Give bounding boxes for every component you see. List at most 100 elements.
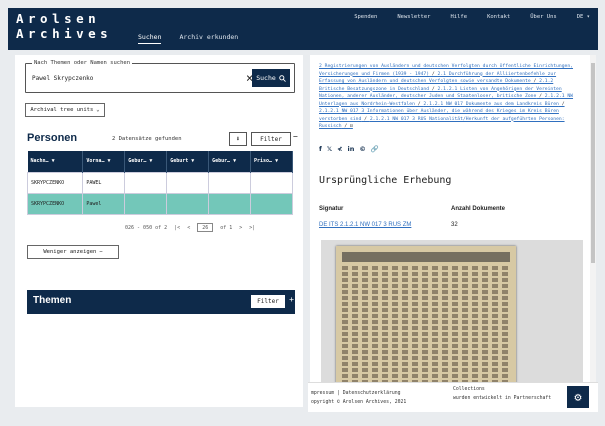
table-row-selected[interactable]: SKRYPCZENKO Pawel: [26, 192, 293, 215]
document-image[interactable]: [336, 246, 516, 396]
nav-newsletter[interactable]: Newsletter: [397, 14, 430, 20]
col-geburtsname[interactable]: Gebur… ▼: [124, 151, 168, 172]
results-panel: Nach Themen oder Namen suchen Pawel Skry…: [15, 55, 303, 407]
table-cell: [250, 192, 293, 215]
download-button[interactable]: ⬇: [229, 132, 247, 146]
show-less-button[interactable]: Weniger anzeigen −: [27, 245, 119, 259]
col-label: Geburt: [170, 158, 189, 165]
footer-collections: Collections: [453, 387, 485, 392]
anzahl-value: 32: [451, 222, 458, 228]
search-icon: [279, 74, 286, 82]
table-cell: PAWEL: [82, 171, 126, 194]
table-cell: [208, 171, 252, 194]
table-cell: SKRYPCZENKO: [26, 192, 84, 215]
minus-icon: −: [99, 249, 103, 255]
col-prisoner-nr[interactable]: Priso… ▼: [250, 151, 293, 172]
download-icon: ⬇: [235, 135, 241, 143]
share-bar: f 𝕏 ≮ in © 🔗: [319, 145, 379, 153]
footer-right: Collections wurden entwickelt in Partner…: [453, 385, 551, 403]
nav-hilfe[interactable]: Hilfe: [451, 14, 468, 20]
first-page-icon[interactable]: |<: [174, 225, 180, 231]
themen-section: Themen Filter +: [27, 290, 295, 314]
twitter-icon[interactable]: 𝕏: [327, 145, 332, 153]
scrollbar-thumb[interactable]: [591, 63, 595, 263]
table-cell: [166, 192, 210, 215]
share-icon[interactable]: ≮: [337, 145, 342, 153]
linkedin-icon[interactable]: in: [348, 145, 355, 153]
link-icon[interactable]: 🔗: [371, 145, 379, 153]
document-viewer[interactable]: [321, 240, 583, 396]
facebook-icon[interactable]: f: [319, 145, 322, 153]
language-select[interactable]: DE ▾: [577, 14, 590, 20]
logo-line-2: Archives: [16, 26, 113, 41]
chevron-down-icon: ⌄: [96, 107, 100, 113]
archival-tree-units-button[interactable]: Archival tree units ⌄: [25, 103, 105, 117]
personen-table: Nachn… ▼ Vorna… ▼ Gebur… ▼ Geburt ▼ Gebu…: [26, 151, 293, 215]
nav-archiv-erkunden[interactable]: Archiv erkunden: [179, 33, 238, 44]
table-header-row: Nachn… ▼ Vorna… ▼ Gebur… ▼ Geburt ▼ Gebu…: [27, 151, 293, 172]
pager-of: of 1: [220, 224, 233, 231]
footer-left: mpressum | Datenschutzerklärung opyright…: [311, 389, 406, 407]
section-title: Ursprüngliche Erhebung: [319, 175, 452, 186]
table-cell: Pawel: [82, 192, 126, 215]
whatsapp-icon[interactable]: ©: [359, 145, 366, 153]
app-root: Arolsen Archives Suchen Archiv erkunden …: [0, 0, 605, 426]
cookie-settings-button[interactable]: ⚙: [567, 386, 589, 408]
themen-title: Themen: [33, 295, 72, 306]
personen-count: 2 Datensätze gefunden: [112, 136, 182, 142]
search-field[interactable]: Nach Themen oder Namen suchen Pawel Skry…: [25, 60, 295, 93]
pager-range: 026 - 050 of 2: [125, 224, 168, 231]
archival-label: Archival tree units: [30, 107, 94, 113]
personen-filter-button[interactable]: Filter: [251, 132, 291, 146]
table-cell: [124, 171, 168, 194]
col-label: Nachn…: [30, 158, 49, 165]
page-input[interactable]: 26: [197, 223, 214, 232]
personen-title: Personen: [27, 132, 78, 144]
footer-partner: wurden entwickelt in Partnerschaft: [453, 396, 552, 401]
top-nav: Spenden Newsletter Hilfe Kontakt Über Un…: [354, 14, 590, 20]
logo-line-1: Arolsen: [16, 11, 101, 26]
col-geburtsort[interactable]: Geburt ▼: [166, 151, 210, 172]
signatur-link[interactable]: DE ITS 2.1.2.1 NW 017 3 RUS ZM: [319, 222, 411, 228]
nav-suchen[interactable]: Suchen: [138, 33, 162, 44]
table-cell: [166, 171, 210, 194]
table-cell: [208, 192, 252, 215]
gear-icon: ⚙: [574, 390, 582, 404]
table-cell: [124, 192, 168, 215]
site-header: Arolsen Archives Suchen Archiv erkunden …: [8, 8, 598, 50]
nav-spenden[interactable]: Spenden: [354, 14, 377, 20]
signatur-header: Signatur: [319, 206, 344, 212]
nav-ueber-uns[interactable]: Über Uns: [530, 14, 557, 20]
search-legend: Nach Themen oder Namen suchen: [32, 60, 133, 66]
footer-links[interactable]: mpressum | Datenschutzerklärung: [311, 389, 406, 398]
col-label: Gebur…: [128, 158, 147, 165]
search-button-label: Suche: [256, 74, 276, 82]
site-logo[interactable]: Arolsen Archives: [16, 11, 112, 41]
scrollbar[interactable]: [590, 55, 596, 395]
collapse-breadcrumb-icon[interactable]: ⊟: [350, 124, 353, 129]
breadcrumb-item[interactable]: 2.1.2.1 NW 017 Dokumente aus dem Landkre…: [423, 102, 558, 107]
expand-icon[interactable]: +: [289, 295, 294, 304]
search-button[interactable]: Suche: [252, 69, 290, 87]
table-row[interactable]: SKRYPCZENKO PAWEL: [26, 171, 293, 194]
col-label: Priso…: [254, 158, 273, 165]
site-footer: mpressum | Datenschutzerklärung opyright…: [308, 382, 598, 412]
col-geburtsdatum[interactable]: Gebur… ▼: [208, 151, 252, 172]
last-page-icon[interactable]: >|: [249, 225, 255, 231]
collapse-icon[interactable]: −: [293, 132, 298, 141]
footer-copyright: opyright © Arolsen Archives, 2021: [311, 400, 407, 405]
table-cell: SKRYPCZENKO: [26, 171, 84, 194]
show-less-label: Weniger anzeigen: [43, 249, 97, 255]
nav-kontakt[interactable]: Kontakt: [487, 14, 510, 20]
col-vorname[interactable]: Vorna… ▼: [82, 151, 126, 172]
prev-page-icon[interactable]: <: [187, 225, 190, 231]
table-cell: [250, 171, 293, 194]
next-page-icon[interactable]: >: [239, 225, 242, 231]
col-label: Vorna…: [86, 158, 105, 165]
themen-filter-button[interactable]: Filter: [251, 295, 285, 308]
main-nav: Suchen Archiv erkunden: [138, 33, 238, 44]
detail-panel: 2 Registrierungen von Ausländern und deu…: [310, 55, 596, 407]
search-input[interactable]: Pawel Skrypczenko: [32, 75, 93, 82]
anzahl-header: Anzahl Dokumente: [451, 206, 506, 212]
col-nachname[interactable]: Nachn… ▼: [27, 151, 84, 172]
